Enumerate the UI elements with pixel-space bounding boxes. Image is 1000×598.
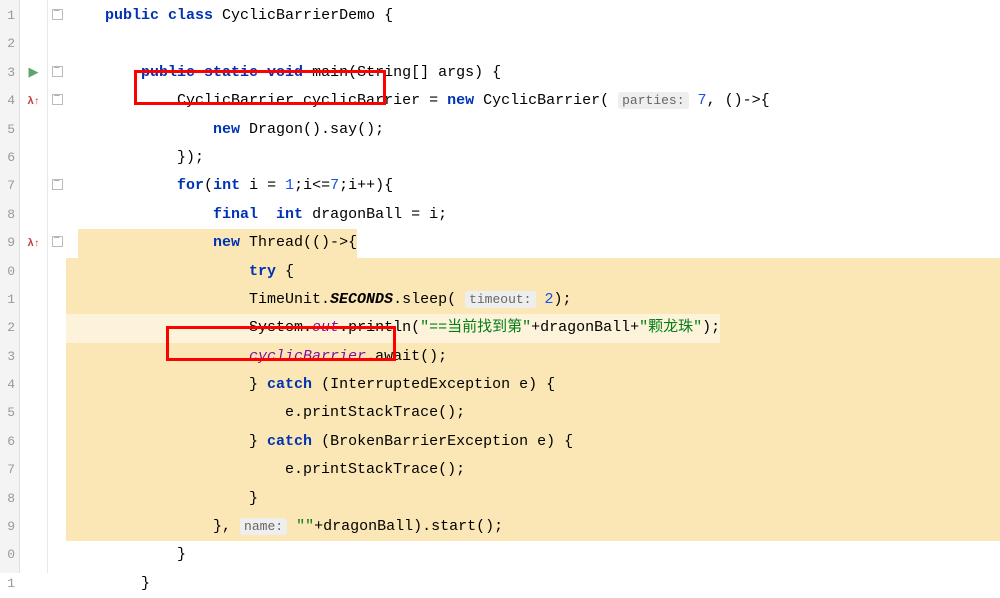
line-number: 5	[0, 116, 19, 144]
code-line[interactable]: for(int i = 1;i<=7;i++){	[66, 172, 1000, 200]
line-number-gutter: 1 2 3 4 5 6 7 8 9 0 1 2 3 4 5 6 7 8 9 0 …	[0, 0, 20, 573]
fold-toggle[interactable]	[48, 59, 66, 87]
code-area[interactable]: public class CyclicBarrierDemo { public …	[66, 0, 1000, 573]
code-line[interactable]: cyclicBarrier.await();	[66, 343, 1000, 371]
code-line[interactable]: });	[66, 144, 1000, 172]
fold-toggle[interactable]	[48, 172, 66, 200]
code-line[interactable]: try {	[66, 258, 1000, 286]
line-number: 7	[0, 172, 19, 200]
line-number: 3	[0, 343, 19, 371]
inline-hint: timeout:	[465, 291, 535, 308]
line-number: 9	[0, 229, 19, 257]
line-number: 7	[0, 456, 19, 484]
line-number: 1	[0, 286, 19, 314]
code-line[interactable]: final int dragonBall = i;	[66, 201, 1000, 229]
line-number: 6	[0, 428, 19, 456]
line-number: 6	[0, 144, 19, 172]
code-line[interactable]: }	[66, 541, 1000, 569]
code-line[interactable]: }, name: ""+dragonBall).start();	[66, 513, 1000, 541]
lambda-marker-icon[interactable]: λ↑	[20, 87, 47, 115]
inline-hint: name:	[240, 518, 287, 535]
line-number: 4	[0, 87, 19, 115]
inline-hint: parties:	[618, 92, 688, 109]
gutter-marks: ▶ λ↑ λ↑	[20, 0, 48, 573]
code-line[interactable]: public static void main(String[] args) {	[66, 59, 1000, 87]
code-line[interactable]: new Thread(()->{	[66, 229, 1000, 257]
code-line[interactable]: } catch (BrokenBarrierException e) {	[66, 428, 1000, 456]
code-line[interactable]: new Dragon().say();	[66, 116, 1000, 144]
code-editor: 1 2 3 4 5 6 7 8 9 0 1 2 3 4 5 6 7 8 9 0 …	[0, 0, 1000, 573]
fold-gutter	[48, 0, 66, 573]
line-number: 2	[0, 314, 19, 342]
line-number: 0	[0, 541, 19, 569]
line-number: 0	[0, 258, 19, 286]
line-number: 1	[0, 570, 19, 598]
line-number: 5	[0, 399, 19, 427]
fold-toggle[interactable]	[48, 87, 66, 115]
code-line[interactable]: e.printStackTrace();	[66, 399, 1000, 427]
code-line[interactable]	[66, 30, 1000, 58]
line-number: 9	[0, 513, 19, 541]
line-number: 2	[0, 30, 19, 58]
code-line[interactable]: }	[66, 485, 1000, 513]
code-line[interactable]: } catch (InterruptedException e) {	[66, 371, 1000, 399]
line-number: 4	[0, 371, 19, 399]
line-number: 8	[0, 485, 19, 513]
code-line[interactable]: CyclicBarrier cyclicBarrier = new Cyclic…	[66, 87, 1000, 115]
code-line[interactable]: }	[66, 570, 1000, 598]
run-icon[interactable]: ▶	[20, 59, 47, 87]
fold-toggle[interactable]	[48, 2, 66, 30]
line-number: 3	[0, 59, 19, 87]
line-number: 1	[0, 2, 19, 30]
line-number: 8	[0, 201, 19, 229]
lambda-marker-icon[interactable]: λ↑	[20, 229, 47, 257]
code-line[interactable]: public class CyclicBarrierDemo {	[66, 2, 1000, 30]
code-line[interactable]: TimeUnit.SECONDS.sleep( timeout: 2);	[66, 286, 1000, 314]
fold-toggle[interactable]	[48, 229, 66, 257]
code-line[interactable]: e.printStackTrace();	[66, 456, 1000, 484]
code-line[interactable]: System.out.println("==当前找到第"+dragonBall+…	[66, 314, 1000, 342]
